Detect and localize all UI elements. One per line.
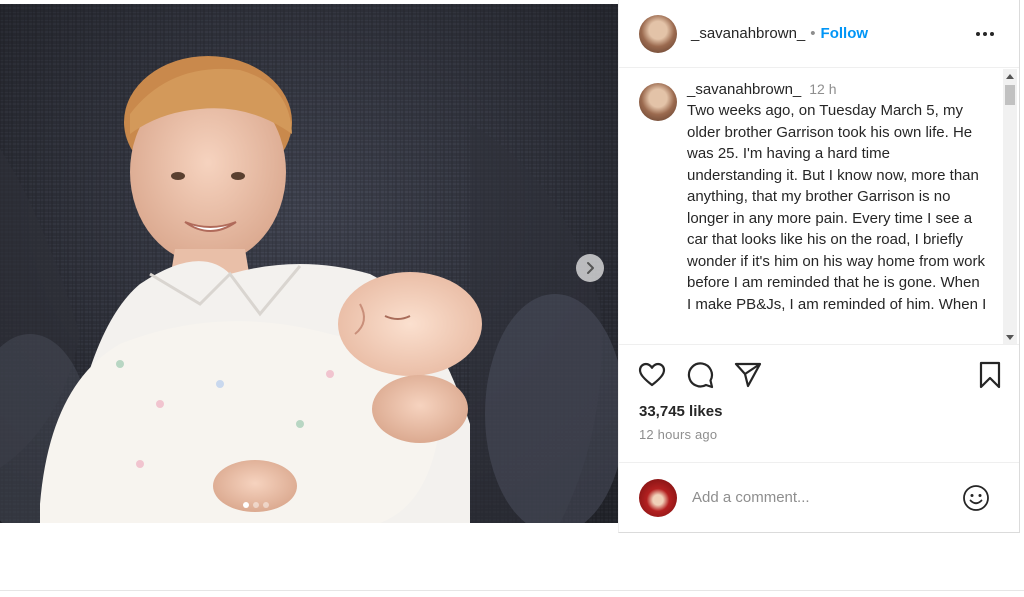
post-side-panel: _savanahbrown_ • Follow _savanahbrown_ 12… — [618, 0, 1020, 533]
post-photo[interactable] — [0, 4, 618, 523]
likes-count[interactable]: 33,745 likes — [639, 403, 722, 420]
caption-scroll-area[interactable]: _savanahbrown_ 12 h Two weeks ago, on Tue… — [619, 69, 1019, 345]
caption-scrollbar[interactable] — [1003, 69, 1017, 344]
next-photo-button[interactable] — [576, 254, 604, 282]
author-username[interactable]: _savanahbrown_ — [691, 25, 805, 42]
chevron-right-icon — [587, 262, 594, 274]
caption: _savanahbrown_ 12 h Two weeks ago, on Tue… — [639, 81, 989, 315]
follow-button[interactable]: Follow — [821, 25, 869, 42]
caption-text: Two weeks ago, on Tuesday March 5, my ol… — [687, 102, 987, 313]
caption-content: _savanahbrown_ 12 h Two weeks ago, on Tue… — [687, 81, 987, 315]
post-header: _savanahbrown_ • Follow — [619, 0, 1019, 68]
caption-username[interactable]: _savanahbrown_ — [687, 81, 801, 98]
bookmark-icon[interactable] — [975, 360, 1005, 390]
scroll-up-arrow-icon[interactable] — [1006, 74, 1014, 79]
caption-author-avatar[interactable] — [639, 83, 677, 121]
comment-icon[interactable] — [685, 360, 715, 390]
carousel-dot — [243, 502, 249, 508]
header-separator: • — [810, 25, 816, 42]
scroll-thumb[interactable] — [1005, 85, 1015, 105]
heart-icon[interactable] — [637, 360, 667, 390]
caption-timestamp[interactable]: 12 h — [809, 81, 836, 97]
viewer-avatar — [639, 478, 677, 517]
scroll-down-arrow-icon[interactable] — [1006, 335, 1014, 340]
comment-input[interactable] — [692, 489, 942, 506]
post-timestamp[interactable]: 12 hours ago — [639, 427, 717, 442]
emoji-smiley-icon[interactable] — [961, 483, 991, 513]
carousel-indicator — [243, 502, 269, 508]
action-bar — [637, 360, 1007, 392]
carousel-dot — [253, 502, 259, 508]
page-divider — [0, 590, 1024, 591]
carousel-dot — [263, 502, 269, 508]
author-avatar[interactable] — [639, 14, 677, 53]
more-horizontal-icon[interactable] — [973, 22, 997, 46]
photo-image — [0, 4, 618, 523]
comment-composer — [619, 462, 1019, 532]
paper-plane-icon[interactable] — [733, 360, 763, 390]
